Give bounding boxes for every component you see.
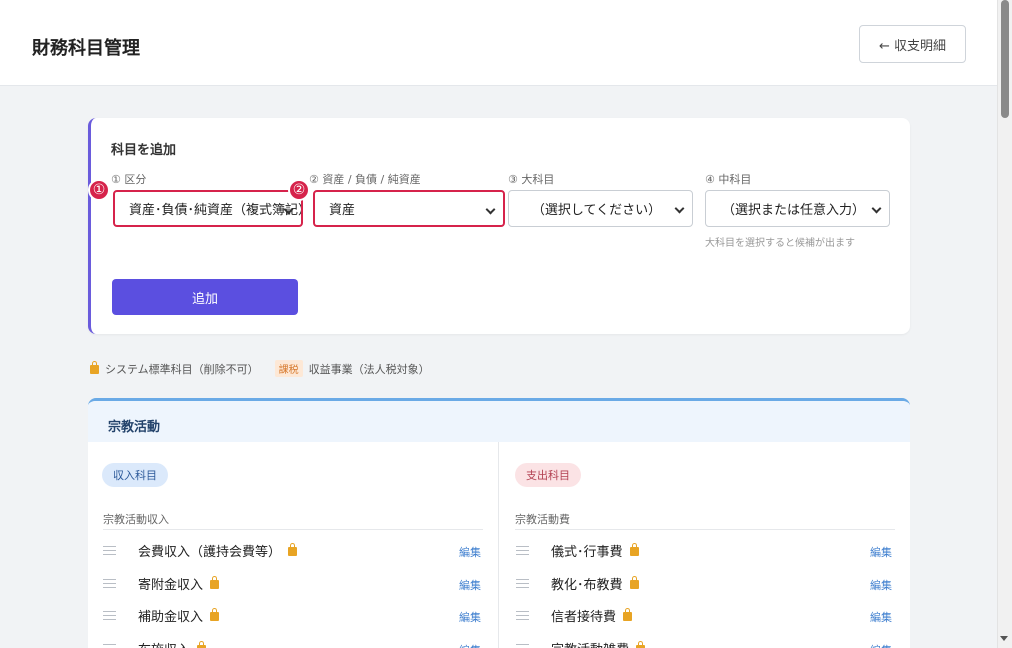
drag-handle-icon[interactable]: [103, 545, 116, 555]
income-group-divider: [103, 529, 483, 530]
lock-icon: [629, 542, 639, 556]
lock-icon: [197, 640, 207, 648]
subject-name: 宗教活動雑費: [551, 639, 629, 648]
edit-link[interactable]: 編集: [459, 544, 481, 560]
edit-link[interactable]: 編集: [459, 609, 481, 625]
subject-name: 会費収入（護持会費等）: [138, 544, 282, 560]
scroll-down-arrow-icon[interactable]: [1000, 636, 1008, 641]
add-subject-title: 科目を追加: [111, 143, 177, 158]
income-subjects-pill: 収入科目: [102, 463, 168, 487]
scrollbar-thumb[interactable]: [1001, 0, 1009, 118]
edit-link[interactable]: 編集: [870, 609, 892, 625]
subject-name: 信者接待費: [551, 609, 617, 625]
step-marker-1: ①: [88, 179, 110, 201]
subject-name: 儀式･行事費: [551, 544, 623, 560]
lock-icon: [90, 361, 99, 374]
page-title: 財務科目管理: [32, 38, 140, 59]
category-select[interactable]: 資産･負債･純資産（複式簿記）: [113, 190, 303, 227]
list-item: 儀式･行事費: [516, 536, 639, 564]
drag-handle-icon[interactable]: [516, 578, 529, 588]
middle-subject-select-value: （選択または任意入力）: [721, 203, 865, 218]
page-header: 財務科目管理 ← 収支明細: [0, 0, 997, 86]
list-item: 信者接待費: [516, 601, 633, 629]
balance-type-select[interactable]: 資産: [313, 190, 505, 227]
subject-name: 布施収入: [138, 639, 190, 648]
subject-name: 補助金収入: [138, 609, 204, 625]
list-item: 寄附金収入: [103, 569, 220, 597]
tax-badge: 課税: [274, 360, 303, 377]
legend: システム標準科目（削除不可） 課税 収益事業（法人税対象）: [90, 360, 430, 377]
chevron-down-icon: [674, 203, 685, 214]
major-subject-label: ③ 大科目: [508, 173, 555, 186]
list-item: 布施収入: [103, 634, 207, 648]
section-title: 宗教活動: [108, 420, 161, 435]
chevron-down-icon: [871, 203, 882, 214]
drag-handle-icon[interactable]: [516, 545, 529, 555]
middle-subject-label: ④ 中科目: [705, 173, 752, 186]
major-subject-select-value: （選択してください）: [531, 203, 662, 218]
lock-icon: [629, 575, 639, 589]
edit-link[interactable]: 編集: [459, 642, 481, 648]
major-subject-select[interactable]: （選択してください）: [508, 190, 693, 227]
expense-subjects-pill: 支出科目: [515, 463, 581, 487]
column-divider: [498, 442, 499, 648]
subject-name: 寄附金収入: [138, 577, 204, 593]
religious-activity-section: 宗教活動 収入科目 支出科目 宗教活動収入 宗教活動費 会費収入（護持会費等） …: [88, 398, 910, 648]
middle-subject-select[interactable]: （選択または任意入力）: [705, 190, 890, 227]
balance-type-select-value: 資産: [329, 203, 356, 218]
drag-handle-icon[interactable]: [103, 610, 116, 620]
lock-icon: [210, 575, 220, 589]
back-to-ledger-button[interactable]: ← 収支明細: [859, 25, 966, 63]
income-group-label: 宗教活動収入: [103, 513, 169, 526]
legend-tax-text: 収益事業（法人税対象）: [308, 362, 430, 376]
drag-handle-icon[interactable]: [103, 643, 116, 648]
list-item: 会費収入（護持会費等）: [103, 536, 298, 564]
lock-icon: [636, 640, 646, 648]
drag-handle-icon[interactable]: [516, 610, 529, 620]
subject-name: 教化･布教費: [551, 577, 623, 593]
lock-icon: [288, 542, 298, 556]
lock-icon: [623, 607, 633, 621]
balance-type-label: ② 資産 / 負債 / 純資産: [309, 173, 421, 186]
section-header: 宗教活動: [88, 401, 910, 442]
lock-icon: [210, 607, 220, 621]
category-label: ① 区分: [111, 173, 147, 186]
drag-handle-icon[interactable]: [516, 643, 529, 648]
chevron-down-icon: [485, 204, 496, 215]
category-select-value: 資産･負債･純資産（複式簿記）: [129, 203, 303, 218]
list-item: 教化･布教費: [516, 569, 639, 597]
drag-handle-icon[interactable]: [103, 578, 116, 588]
add-subject-button[interactable]: 追加: [112, 279, 298, 315]
edit-link[interactable]: 編集: [870, 544, 892, 560]
list-item: 補助金収入: [103, 601, 220, 629]
list-item: 宗教活動雑費: [516, 634, 646, 648]
expense-group-label: 宗教活動費: [515, 513, 570, 526]
legend-system-text: システム標準科目（削除不可）: [105, 362, 259, 376]
expense-group-divider: [515, 529, 895, 530]
edit-link[interactable]: 編集: [870, 577, 892, 593]
edit-link[interactable]: 編集: [459, 577, 481, 593]
step-marker-2: ②: [288, 179, 310, 201]
edit-link[interactable]: 編集: [870, 642, 892, 648]
middle-subject-hint: 大科目を選択すると候補が出ます: [705, 238, 855, 249]
